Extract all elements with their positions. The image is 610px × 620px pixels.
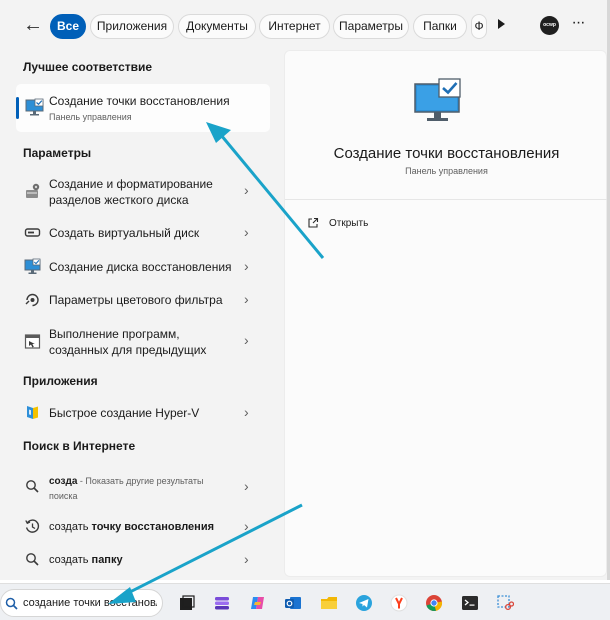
settings-item-color-filter[interactable]: Параметры цветового фильтра › [16, 290, 270, 310]
widgets-stack-icon[interactable] [213, 594, 231, 612]
best-match-item[interactable]: Создание точки восстановления Панель упр… [16, 84, 270, 132]
selection-indicator [16, 97, 19, 119]
hyper-v-icon [27, 406, 38, 419]
best-match-heading: Лучшее соответствие [23, 60, 153, 74]
preview-divider [285, 199, 608, 200]
chevron-right-icon: › [244, 224, 249, 240]
settings-item-label-line2: созданных для предыдущих [49, 343, 207, 357]
preview-title: Создание точки восстановления [333, 145, 560, 162]
settings-item-label: Выполнение программ, [49, 327, 180, 341]
filter-chip-internet[interactable]: Интернет [259, 14, 330, 39]
chevron-right-icon: › [244, 404, 249, 420]
web-item-prefix: создать [49, 521, 92, 533]
virtual-disk-icon [24, 228, 41, 237]
best-match-title: Создание точки восстановления [49, 94, 230, 108]
chevron-right-icon: › [244, 258, 249, 274]
snipping-tool-icon[interactable] [496, 594, 514, 612]
open-action[interactable]: Открыть [306, 214, 446, 234]
web-item-restore-point[interactable]: создать точку восстановления › [16, 517, 270, 537]
chevron-right-icon: › [244, 332, 249, 348]
compatibility-icon [24, 334, 41, 349]
web-item-hint: - Показать другие результаты [77, 476, 204, 486]
open-external-icon [308, 217, 319, 228]
web-item-query: созда [49, 476, 78, 487]
filter-chip-photos[interactable]: Ф [471, 14, 487, 39]
back-arrow-icon[interactable]: ← [21, 14, 45, 38]
search-icon [26, 553, 39, 566]
web-search-heading: Поиск в Интернете [23, 439, 136, 453]
preview-subtitle: Панель управления [405, 166, 488, 176]
chevron-right-icon: › [244, 291, 249, 307]
filter-chip-folders[interactable]: Папки [413, 14, 467, 39]
settings-item-label: Создание диска восстановления [49, 260, 232, 274]
filter-chip-settings[interactable]: Параметры [333, 14, 409, 39]
settings-item-label-line2: разделов жесткого диска [49, 193, 189, 207]
preview-pane: Создание точки восстановления Панель упр… [284, 50, 608, 577]
web-item-show-more[interactable]: созда - Показать другие результаты поиск… [16, 472, 270, 502]
search-icon [26, 480, 39, 493]
avatar[interactable]: ocwp [540, 16, 559, 35]
system-restore-icon [25, 98, 44, 116]
chevron-right-icon: › [244, 478, 249, 494]
chevron-right-icon: › [244, 518, 249, 534]
web-item-folder[interactable]: создать папку › [16, 550, 270, 570]
search-window: ← Все Приложения Документы Интернет Пара… [0, 0, 610, 580]
web-item-prefix: создать [49, 554, 92, 566]
file-explorer-icon[interactable] [320, 594, 338, 612]
terminal-icon[interactable] [461, 594, 479, 612]
best-match-subtitle: Панель управления [49, 112, 132, 122]
apps-heading: Приложения [23, 374, 98, 388]
settings-item-label: Параметры цветового фильтра [49, 293, 223, 307]
open-label: Открыть [329, 218, 369, 229]
app-item-hyperv[interactable]: Быстрое создание Hyper-V › [16, 403, 270, 423]
settings-item-virtual-disk[interactable]: Создать виртуальный диск › [16, 223, 270, 243]
task-view-icon[interactable] [178, 594, 196, 612]
chrome-icon[interactable] [425, 594, 443, 612]
chevron-right-icon: › [244, 551, 249, 567]
filter-chip-documents[interactable]: Документы [178, 14, 256, 39]
web-item-completion: точку восстановления [91, 521, 214, 533]
web-item-hint-line2: поиска [49, 491, 78, 501]
settings-item-recovery-drive[interactable]: Создание диска восстановления › [16, 257, 270, 277]
recovery-drive-icon [24, 258, 41, 274]
more-options-icon[interactable]: ··· [569, 13, 587, 35]
telegram-icon[interactable] [355, 594, 373, 612]
filter-bar: ← Все Приложения Документы Интернет Пара… [0, 0, 607, 50]
app-item-label: Быстрое создание Hyper-V [49, 406, 200, 420]
web-item-label: создать точку восстановления [49, 519, 214, 535]
system-restore-large-icon [414, 78, 461, 121]
settings-item-label: Создать виртуальный диск [49, 226, 200, 240]
yandex-browser-icon[interactable] [390, 594, 408, 612]
history-icon [25, 519, 40, 533]
taskbar-search-input[interactable]: создание точки восстановле [23, 597, 157, 609]
filter-chip-apps[interactable]: Приложения [90, 14, 174, 39]
taskbar: создание точки восстановле [0, 583, 610, 620]
copilot-icon[interactable] [249, 594, 267, 612]
settings-heading: Параметры [23, 146, 92, 160]
web-item-label: создать папку [49, 552, 123, 568]
filter-chip-all[interactable]: Все [50, 14, 86, 39]
chevron-right-icon: › [244, 182, 249, 198]
web-item-completion: папку [91, 554, 123, 566]
settings-item-compatibility[interactable]: Выполнение программ, созданных для преды… [16, 324, 270, 358]
color-filter-icon [25, 293, 39, 307]
settings-item-partitions[interactable]: Создание и форматирование разделов жестк… [16, 174, 270, 208]
search-icon [5, 597, 18, 610]
taskbar-search-box[interactable]: создание точки восстановле [0, 589, 163, 617]
disk-management-icon [26, 183, 40, 198]
settings-item-label: Создание и форматирование [49, 177, 213, 191]
outlook-icon[interactable] [284, 594, 302, 612]
scroll-filters-right-icon[interactable] [498, 19, 505, 29]
